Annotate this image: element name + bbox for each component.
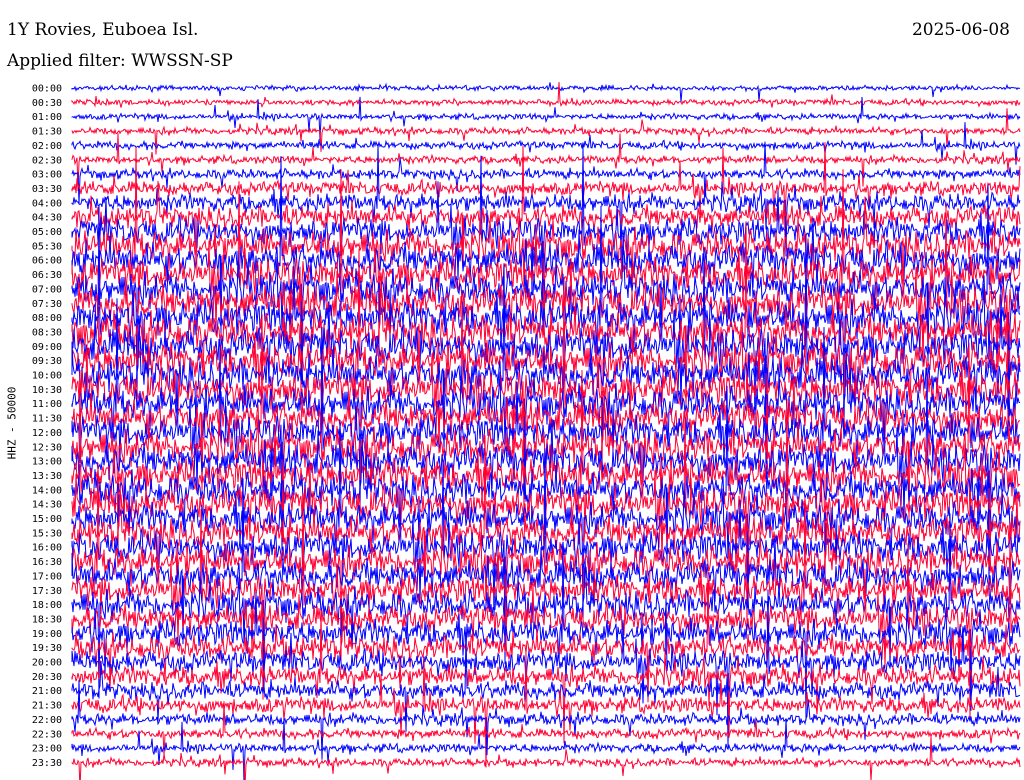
time-tick-label: 22:00 (32, 715, 62, 726)
time-tick-label: 06:00 (32, 256, 62, 267)
time-tick-label: 08:00 (32, 313, 62, 324)
time-tick-label: 09:00 (32, 342, 62, 353)
time-tick-label: 14:00 (32, 485, 62, 496)
trace-line (71, 82, 1021, 103)
time-tick-label: 15:30 (32, 528, 62, 539)
trace-line (71, 147, 1021, 347)
time-tick-label: 22:30 (32, 729, 62, 740)
time-tick-label: 02:30 (32, 155, 62, 166)
trace-line (71, 133, 1021, 192)
time-tick-label: 16:30 (32, 557, 62, 568)
time-tick-label: 06:30 (32, 270, 62, 281)
time-tick-label: 23:00 (32, 744, 62, 755)
time-tick-label: 13:00 (32, 457, 62, 468)
time-tick-label: 20:00 (32, 658, 62, 669)
time-tick-label: 21:30 (32, 701, 62, 712)
time-tick-label: 08:30 (32, 327, 62, 338)
time-tick-label: 11:00 (32, 399, 62, 410)
time-tick-label: 23:30 (32, 758, 62, 769)
time-tick-label: 04:00 (32, 198, 62, 209)
time-tick-label: 21:00 (32, 686, 62, 697)
time-tick-label: 04:30 (32, 213, 62, 224)
time-tick-label: 18:00 (32, 600, 62, 611)
trace-layer (71, 81, 1021, 780)
time-tick-label: 07:00 (32, 284, 62, 295)
time-tick-label: 00:30 (32, 98, 62, 109)
time-tick-label: 01:30 (32, 127, 62, 138)
trace-line (71, 81, 1021, 109)
trace-line (71, 718, 1021, 780)
time-tick-label: 00:00 (32, 84, 62, 95)
time-tick-label: 05:00 (32, 227, 62, 238)
time-tick-label: 05:30 (32, 241, 62, 252)
time-tick-label: 13:30 (32, 471, 62, 482)
time-tick-label: 17:30 (32, 586, 62, 597)
time-tick-label: 12:00 (32, 428, 62, 439)
time-tick-label: 10:00 (32, 371, 62, 382)
time-tick-label: 16:00 (32, 543, 62, 554)
trace-line (71, 141, 1021, 204)
time-tick-label: 03:30 (32, 184, 62, 195)
time-tick-label: 12:30 (32, 442, 62, 453)
time-tick-label: 02:00 (32, 141, 62, 152)
time-tick-label: 01:00 (32, 112, 62, 123)
time-tick-label: 17:00 (32, 571, 62, 582)
time-tick-label: 19:00 (32, 629, 62, 640)
time-tick-label: 15:00 (32, 514, 62, 525)
time-tick-label: 10:30 (32, 385, 62, 396)
time-tick-label: 19:30 (32, 643, 62, 654)
time-tick-label: 14:30 (32, 500, 62, 511)
time-tick-label: 09:30 (32, 356, 62, 367)
helicorder-plot: 00:00 00:30 01:00 01:30 02:00 02:30 03:00 03:30… (32, 81, 1021, 780)
time-tick-layer: 00:00 00:30 01:00 01:30 02:00 02:30 03:00 03:30… (32, 84, 62, 769)
time-tick-label: 03:00 (32, 170, 62, 181)
time-tick-label: 18:30 (32, 614, 62, 625)
trace-line (71, 736, 1021, 780)
time-tick-label: 11:30 (32, 414, 62, 425)
time-tick-label: 20:30 (32, 672, 62, 683)
time-tick-label: 07:30 (32, 299, 62, 310)
